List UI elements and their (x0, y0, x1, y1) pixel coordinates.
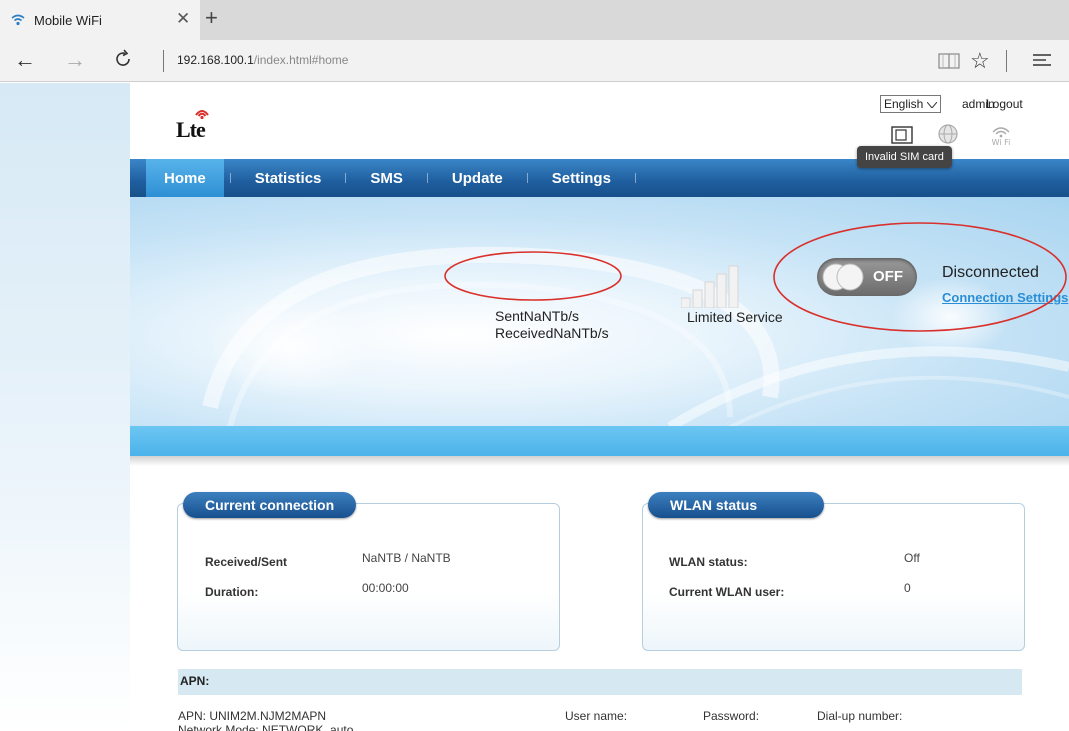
wlan-status-title: WLAN status (648, 492, 824, 518)
favorite-star-icon[interactable]: ☆ (970, 48, 990, 74)
chevron-down-icon (926, 97, 938, 111)
annotation-circle (444, 251, 622, 301)
apn-title: APN: (180, 674, 210, 688)
received-rate: ReceivedNaNTb/s (495, 325, 609, 341)
wlan-user-label: Current WLAN user: (669, 585, 785, 599)
wlan-status-label: WLAN status: (669, 555, 748, 569)
page-header: Lte English admin Logout Wi Fi (130, 83, 1069, 151)
network-service-status: Limited Service (687, 309, 783, 325)
tab-settings[interactable]: Settings (534, 159, 629, 197)
root: Mobile WiFi ✕ + ← → 192.168.100.1/index.… (0, 0, 1069, 731)
tab-update[interactable]: Update (434, 159, 521, 197)
language-select[interactable]: English (880, 95, 942, 113)
refresh-icon[interactable] (112, 48, 134, 75)
received-sent-value: NaNTB / NaNTB (362, 551, 451, 565)
language-value: English (884, 97, 924, 111)
lte-logo: Lte (176, 103, 216, 145)
hub-menu-icon[interactable] (1032, 52, 1052, 73)
nav-separator (345, 173, 347, 183)
page: Lte English admin Logout Wi Fi Home Stat… (0, 83, 1069, 731)
tab-sms[interactable]: SMS (352, 159, 421, 197)
sim-card-tooltip: Invalid SIM card (857, 146, 952, 168)
new-tab-icon[interactable]: + (205, 5, 218, 31)
wifi-icon (10, 12, 26, 28)
back-icon[interactable]: ← (14, 48, 36, 72)
address-separator (163, 50, 164, 72)
user-name-label: User name: (565, 709, 628, 723)
banner-strip (130, 426, 1069, 456)
network-mode: Network Mode: NETWORK_auto (178, 723, 354, 731)
current-connection-title: Current connection (183, 492, 357, 518)
annotation-circle (773, 222, 1067, 332)
browser-tab[interactable]: Mobile WiFi (0, 0, 200, 40)
apn-header-bar (178, 669, 1022, 695)
svg-text:Wi Fi: Wi Fi (992, 138, 1011, 147)
duration-label: Duration: (205, 585, 259, 599)
reading-view-icon[interactable] (938, 52, 960, 75)
logout-link[interactable]: Logout (986, 97, 1023, 111)
browser-tab-bar: Mobile WiFi ✕ + (0, 0, 1069, 40)
nav-separator (526, 173, 528, 183)
browser-address-bar: ← → 192.168.100.1/index.html#home ☆ (0, 40, 1069, 82)
banner-shadow (130, 456, 1069, 466)
current-connection-panel (177, 503, 560, 651)
toolbar-separator (1006, 50, 1007, 72)
page-side-background (0, 83, 130, 731)
wlan-user-value: 0 (904, 581, 911, 595)
forward-icon[interactable]: → (64, 48, 86, 72)
sent-rate: SentNaNTb/s (495, 308, 580, 324)
nav-separator (229, 173, 231, 183)
wlan-status-value: Off (904, 551, 920, 565)
wlan-status-panel (642, 503, 1025, 651)
url-host: 192.168.100.1 (177, 53, 254, 67)
tab-statistics[interactable]: Statistics (237, 159, 340, 197)
logo-text: Lte (176, 117, 206, 142)
wifi-status-icon[interactable]: Wi Fi (988, 121, 1014, 152)
signal-strength-icon (681, 265, 739, 308)
url-field[interactable]: 192.168.100.1/index.html#home (177, 53, 348, 67)
apn-value: APN: UNIM2M.NJM2MAPN (178, 709, 327, 723)
url-path: /index.html#home (253, 53, 349, 67)
duration-value: 00:00:00 (362, 581, 409, 595)
dialup-number-label: Dial-up number: (817, 709, 903, 723)
password-label: Password: (703, 709, 760, 723)
nav-separator (426, 173, 428, 183)
tab-home[interactable]: Home (146, 159, 224, 197)
received-sent-label: Received/Sent (205, 555, 288, 569)
nav-separator (634, 173, 636, 183)
tab-title: Mobile WiFi (34, 12, 102, 28)
tab-close-icon[interactable]: ✕ (176, 9, 190, 29)
